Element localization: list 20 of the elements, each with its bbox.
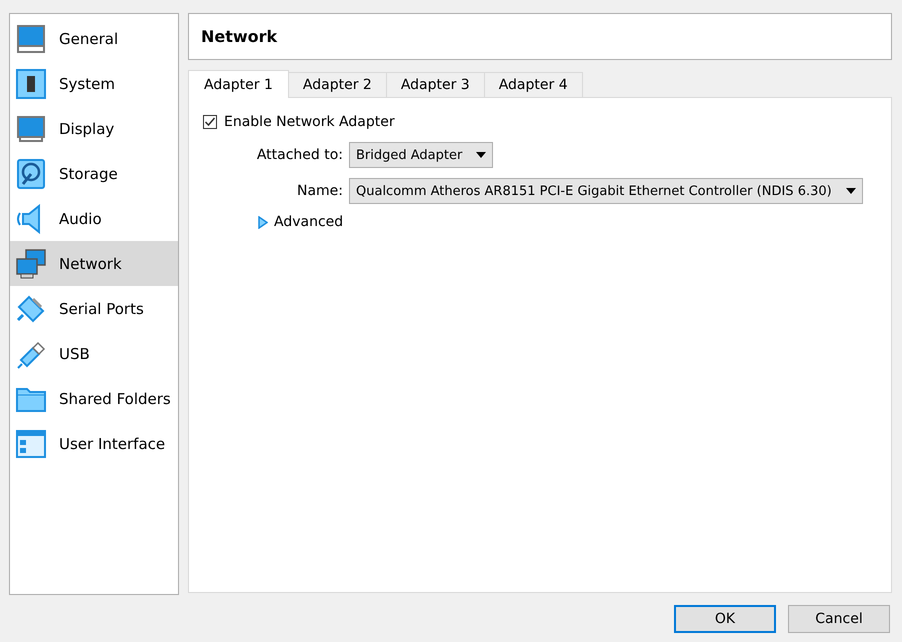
sidebar-item[interactable]: USB [10, 331, 178, 376]
sidebar-item[interactable]: General [10, 16, 178, 61]
sidebar-item[interactable]: Serial Ports [10, 286, 178, 331]
sidebar-item[interactable]: Audio [10, 196, 178, 241]
adapter-tab[interactable]: Adapter 4 [484, 72, 583, 97]
adapter-tab[interactable]: Adapter 1 [188, 70, 289, 98]
page-title: Network [188, 13, 892, 60]
sidebar-item[interactable]: Shared Folders [10, 376, 178, 421]
sidebar-item[interactable]: Network [10, 241, 178, 286]
sidebar-item[interactable]: User Interface [10, 421, 178, 466]
name-dropdown[interactable]: Qualcomm Atheros AR8151 PCI-E Gigabit Ethernet Controller (NDIS 6.30) [349, 178, 863, 204]
dialog-button[interactable]: Cancel [788, 605, 890, 633]
sidebar-item[interactable]: Display [10, 106, 178, 151]
dialog-button[interactable]: OK [674, 605, 776, 633]
expander-label[interactable]: Advanced [274, 214, 344, 230]
field-label: Attached to: [256, 147, 343, 163]
attached-to-dropdown[interactable]: Bridged Adapter [349, 142, 494, 168]
sidebar-item[interactable]: System [10, 61, 178, 106]
field-label: Name: [296, 183, 343, 199]
sidebar-item[interactable]: Storage [10, 151, 178, 196]
